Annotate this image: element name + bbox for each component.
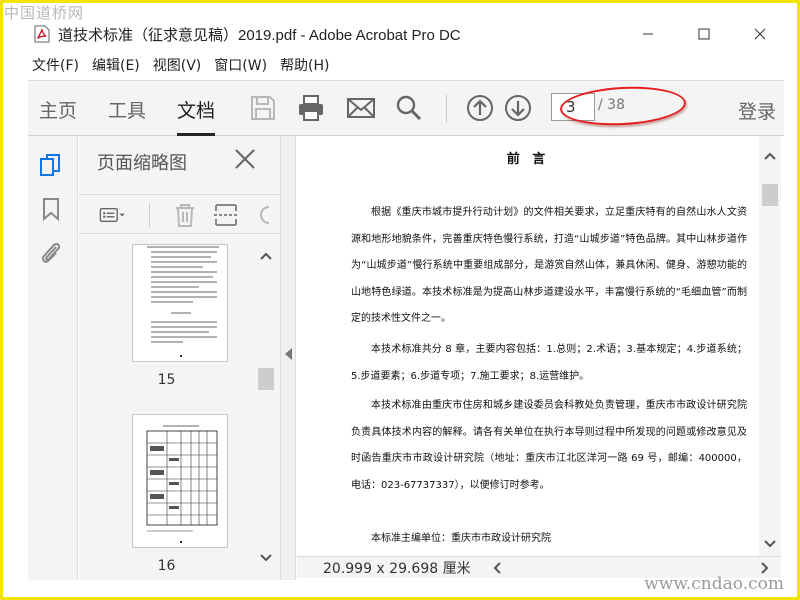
highlight-annotation <box>559 83 687 129</box>
scroll-up-icon[interactable] <box>260 252 272 260</box>
print-icon[interactable] <box>296 93 326 123</box>
document-paragraph: 根据《重庆市城市提升行动计划》的文件相关要求，立足重庆特有的自然山水人文资源和地… <box>351 207 747 324</box>
document-paragraph: 本技术标准由重庆市住房和城乡建设委员会科教处负责管理，重庆市市政设计研究院负责具… <box>351 400 747 491</box>
scrollbar-thumb[interactable] <box>762 184 778 206</box>
bookmarks-icon[interactable] <box>38 196 64 222</box>
email-icon[interactable] <box>346 93 376 123</box>
panel-toolbar <box>79 194 280 234</box>
collapse-panel-icon[interactable] <box>285 348 292 360</box>
menu-edit[interactable]: 编辑(E) <box>88 55 149 75</box>
watermark-bottom: www.cndao.com <box>644 574 784 594</box>
document-scrollbar[interactable] <box>759 136 781 556</box>
menu-help[interactable]: 帮助(H) <box>276 55 338 75</box>
delete-page-icon[interactable] <box>171 201 199 229</box>
options-menu-icon[interactable] <box>99 201 127 229</box>
thumbnail-scrollbar[interactable] <box>255 236 277 568</box>
document-paragraph: 本技术标准共分 8 章，主要内容包括：1.总则；2.术语；3.基本规定；4.步道… <box>351 344 747 382</box>
rotate-page-icon[interactable] <box>253 201 273 229</box>
save-icon[interactable] <box>248 93 278 123</box>
page-size-label: 20.999 x 29.698 厘米 <box>323 561 471 577</box>
page-thumbnail-preview <box>146 425 218 543</box>
maximize-icon <box>698 28 710 40</box>
thumbnail-list: 15 16 <box>79 236 254 576</box>
page-thumbnails-icon[interactable] <box>38 152 64 178</box>
page-thumbnail-preview <box>147 246 219 357</box>
maximize-button[interactable] <box>676 20 732 48</box>
minimize-button[interactable] <box>620 20 676 48</box>
close-icon <box>754 28 766 40</box>
thumbnails-panel: 页面缩略图 15 16 <box>79 136 280 580</box>
menu-view[interactable]: 视图(V) <box>149 55 211 75</box>
main-toolbar: 主页 工具 文档 3 / 38 登录 <box>28 80 784 136</box>
scroll-left-icon[interactable] <box>493 562 501 574</box>
minimize-icon <box>643 33 653 35</box>
scroll-down-icon[interactable] <box>260 554 272 562</box>
document-heading: 前 言 <box>506 152 550 167</box>
scrollbar-thumb[interactable] <box>258 368 274 390</box>
search-icon[interactable] <box>394 93 424 123</box>
pdf-file-icon <box>34 25 50 43</box>
menu-bar: 文件(F) 编辑(E) 视图(V) 窗口(W) 帮助(H) <box>28 52 784 78</box>
panel-splitter[interactable] <box>280 136 296 580</box>
left-navigation-rail <box>28 136 78 580</box>
next-page-icon[interactable] <box>503 93 533 123</box>
panel-toolbar-separator <box>149 203 150 227</box>
thumbnail-page-number: 16 <box>157 558 176 574</box>
scroll-right-icon[interactable] <box>761 562 769 574</box>
page-thumbnail[interactable] <box>132 244 228 362</box>
attachments-icon[interactable] <box>38 240 64 266</box>
scroll-up-icon[interactable] <box>764 152 776 160</box>
previous-page-icon[interactable] <box>465 93 495 123</box>
close-window-button[interactable] <box>732 20 788 48</box>
tab-document[interactable]: 文档 <box>177 96 216 136</box>
panel-title: 页面缩略图 <box>97 153 187 174</box>
tab-home[interactable]: 主页 <box>39 96 77 123</box>
scroll-down-icon[interactable] <box>764 540 776 548</box>
login-button[interactable]: 登录 <box>738 97 776 124</box>
menu-window[interactable]: 窗口(W) <box>210 55 276 75</box>
document-page: 前 言 根据《重庆市城市提升行动计划》的文件相关要求，立足重庆特有的自然山水人文… <box>297 136 759 556</box>
thumbnail-page-number: 15 <box>157 372 176 388</box>
document-paragraph: 本标准主编单位：重庆市市政设计研究院 <box>371 533 551 544</box>
extract-page-icon[interactable] <box>212 201 240 229</box>
tab-tools[interactable]: 工具 <box>108 96 146 123</box>
title-bar: 道技术标准（征求意见稿）2019.pdf - Adobe Acrobat Pro… <box>28 20 788 48</box>
window-title: 道技术标准（征求意见稿）2019.pdf - Adobe Acrobat Pro… <box>58 26 461 44</box>
toolbar-separator <box>446 95 447 123</box>
page-thumbnail[interactable] <box>132 414 228 548</box>
close-panel-icon[interactable] <box>234 148 256 170</box>
watermark-top: 中国道桥网 <box>4 4 85 22</box>
menu-file[interactable]: 文件(F) <box>28 55 88 75</box>
